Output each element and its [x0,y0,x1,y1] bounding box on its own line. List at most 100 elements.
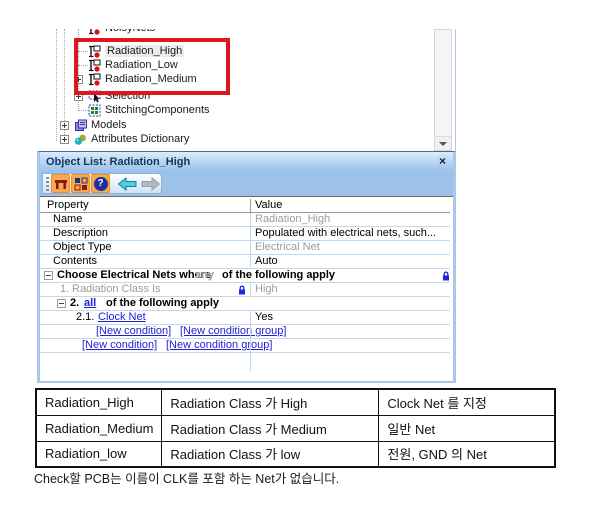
grid-row-group-2[interactable]: 2. all of the following apply [40,297,450,311]
tree-item-label: Selection [105,90,150,102]
column-header-property[interactable]: Property [47,199,89,212]
expand-icon[interactable] [74,75,83,84]
hierarchy-view-icon [73,176,89,192]
scroll-down-icon[interactable] [435,136,451,150]
grid-row-object-type[interactable]: Object Type Electrical Net [40,241,450,255]
toolbar-grip-handle[interactable] [46,177,49,191]
property-label: Contents [53,255,97,268]
grid-header-row: Property Value [40,199,450,213]
property-label: Object Type [53,241,112,254]
hierarchy-view-button[interactable] [71,174,90,193]
tree-item-label: Models [91,119,126,131]
expand-icon[interactable] [60,121,69,130]
column-header-value[interactable]: Value [255,199,282,212]
tree-item-stitchingcomponents[interactable]: StitchingComponents [88,103,210,117]
tree-item-label: Radiation_Medium [105,73,197,85]
help-icon: ? [94,177,108,191]
net-icon [88,29,101,35]
cell-rule: Radiation Class 가 low [162,441,379,467]
tree-item-label: Attributes Dictionary [91,133,189,145]
condition-text[interactable]: Radiation Class Is [72,283,161,296]
tree-item-models[interactable]: Models [74,118,126,132]
grid-row-condition-2-1[interactable]: 2.1. Clock Net Yes [40,311,450,325]
new-condition-link[interactable]: [New condition] [96,325,171,338]
object-list-view-button[interactable] [51,174,70,193]
property-label: Description [53,227,108,240]
tree-item-attributes-dictionary[interactable]: Attributes Dictionary [74,132,189,146]
table-view-icon [53,176,69,192]
grid-row-new-links-nested: [New condition] [New condition group] [40,325,450,339]
clock-net-link[interactable]: Clock Net [98,311,146,324]
property-label: Name [53,213,82,226]
tree-connector [78,51,88,52]
new-condition-group-link[interactable]: [New condition group] [166,339,272,352]
net-icon [88,45,101,58]
collapse-icon[interactable] [57,299,66,308]
condition-value[interactable]: High [255,283,278,296]
tree-connector [78,65,88,66]
cell-name: Radiation_High [36,389,162,415]
expand-icon[interactable] [60,135,69,144]
panel-toolbar: ? [40,171,453,196]
quantifier-link[interactable]: all [84,297,96,310]
object-tree: NoisyNets Radiation_High Radiation_Low [33,29,455,151]
collapse-icon[interactable] [44,271,53,280]
tree-item-label: StitchingComponents [105,104,210,116]
cell-note: 전원, GND 의 Net [379,441,555,467]
close-icon[interactable]: × [439,154,446,168]
column-divider[interactable] [250,213,251,371]
condition-number: 2.1. [76,311,94,324]
property-value[interactable]: Auto [255,255,278,268]
net-icon [88,73,101,86]
cell-note: Clock Net 를 지정 [379,389,555,415]
cell-note: 일반 Net [379,415,555,441]
models-icon [74,119,87,132]
grid-row-description[interactable]: Description Populated with electrical ne… [40,227,450,241]
property-value[interactable]: Radiation_High [255,213,330,226]
tree-item-radiation-medium[interactable]: Radiation_Medium [88,72,197,86]
new-condition-link[interactable]: [New condition] [82,339,157,352]
lock-icon [442,271,450,282]
condition-value[interactable]: Yes [255,311,273,324]
table-row: Radiation_High Radiation Class 가 High Cl… [36,389,555,415]
tree-connector [78,110,88,111]
new-condition-group-link[interactable]: [New condition group] [180,325,286,338]
grid-row-contents[interactable]: Contents Auto [40,255,450,269]
tree-item-label: Radiation_High [105,45,184,57]
forward-arrow-icon[interactable] [140,177,161,191]
rule-quantifier[interactable]: any [195,269,214,282]
help-button[interactable]: ? [91,174,110,193]
panel-title: Object List: Radiation_High [46,156,190,168]
tree-guide-line [56,29,57,141]
tree-scrollbar[interactable] [434,29,452,151]
property-value[interactable]: Populated with electrical nets, such... [255,227,436,240]
tree-item-radiation-low[interactable]: Radiation_Low [88,58,178,72]
expand-icon[interactable] [74,92,83,101]
grid-row-name[interactable]: Name Radiation_High [40,213,450,227]
property-value[interactable]: Electrical Net [255,241,320,254]
attributes-dictionary-icon [74,133,87,146]
net-icon [88,59,101,72]
condition-number: 1. [60,283,69,296]
cell-rule: Radiation Class 가 Medium [162,415,379,441]
property-grid: Property Value Name Radiation_High Descr… [40,197,453,381]
back-arrow-icon[interactable] [117,177,138,191]
tree-item-selection[interactable]: Selection [88,89,150,103]
column-divider[interactable] [250,199,251,213]
footnote-text: Check할 PCB는 이름이 CLK를 포함 하는 Net가 없습니다. [34,468,339,487]
cell-name: Radiation_low [36,441,162,467]
tree-item-radiation-high[interactable]: Radiation_High [88,44,184,58]
stitching-components-icon [88,104,101,117]
condition-number: 2. [70,297,79,310]
panel-titlebar[interactable]: Object List: Radiation_High × [40,152,453,171]
rule-text: Choose Electrical Nets where [57,269,211,282]
rule-text: of the following apply [106,297,219,310]
object-list-panel: Object List: Radiation_High × [37,151,456,383]
radiation-summary-table: Radiation_High Radiation Class 가 High Cl… [35,388,556,468]
tree-item-label: NoisyNets [105,29,155,34]
tree-item-noisynets[interactable]: NoisyNets [88,29,155,35]
cell-name: Radiation_Medium [36,415,162,441]
grid-row-choose-nets[interactable]: Choose Electrical Nets where any of the … [40,269,450,283]
grid-row-condition-1[interactable]: 1. Radiation Class Is High [40,283,450,297]
toolbar-island: ? [42,173,162,194]
